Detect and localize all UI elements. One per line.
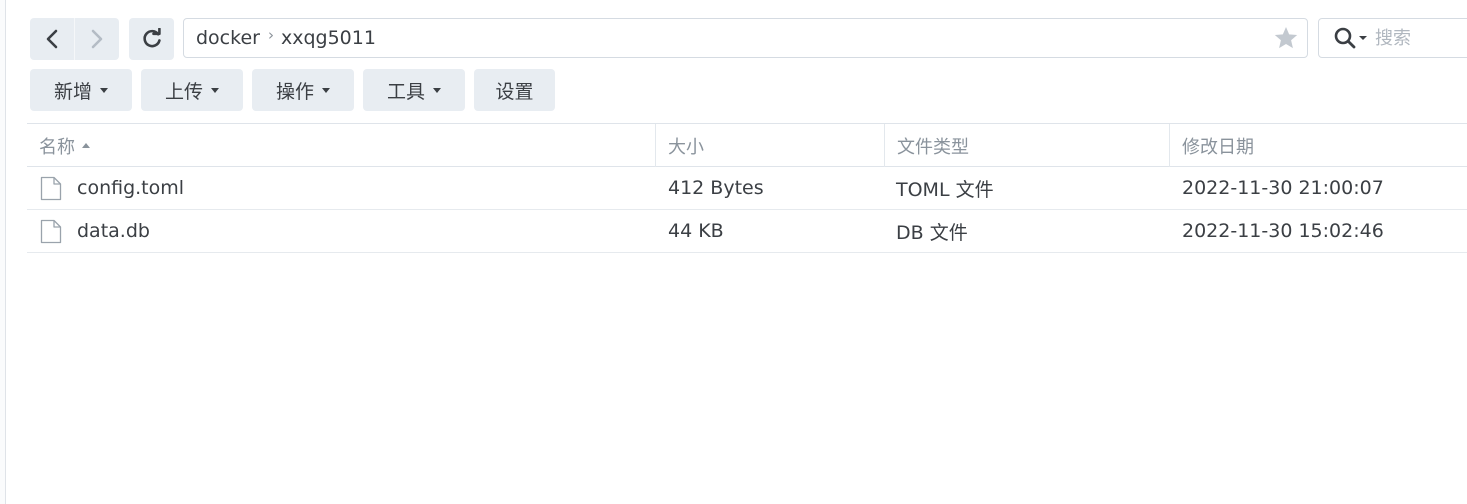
breadcrumb-folder[interactable]: docker bbox=[196, 27, 260, 49]
create-button-label: 新增 bbox=[53, 80, 92, 103]
search-box[interactable] bbox=[1318, 18, 1467, 58]
table-row[interactable]: data.db 44 KB DB 文件 2022-11-30 15:02:46 bbox=[27, 210, 1467, 253]
chevron-left-icon bbox=[46, 29, 58, 49]
file-type: TOML 文件 bbox=[896, 178, 994, 201]
file-size: 44 KB bbox=[668, 220, 724, 242]
refresh-icon bbox=[142, 28, 161, 48]
table-header: 名称 大小 文件类型 修改日期 bbox=[27, 123, 1467, 167]
window-left-edge bbox=[0, 0, 6, 504]
path-bar[interactable]: docker › xxqg5011 bbox=[183, 18, 1308, 58]
file-icon bbox=[40, 176, 62, 201]
table-row[interactable]: config.toml 412 Bytes TOML 文件 2022-11-30… bbox=[27, 167, 1467, 210]
file-name: data.db bbox=[77, 220, 150, 242]
tools-button[interactable]: 工具 bbox=[363, 69, 465, 111]
history-nav-group bbox=[30, 18, 119, 60]
column-header-name[interactable]: 名称 bbox=[27, 124, 655, 167]
search-input[interactable] bbox=[1375, 27, 1465, 49]
chevron-right-icon bbox=[91, 29, 103, 49]
column-header-modified[interactable]: 修改日期 bbox=[1169, 124, 1467, 167]
chevron-down-icon bbox=[211, 87, 219, 93]
settings-button[interactable]: 设置 bbox=[474, 69, 555, 111]
column-header-type-label: 文件类型 bbox=[897, 136, 969, 158]
refresh-button[interactable] bbox=[129, 18, 174, 60]
create-button[interactable]: 新增 bbox=[30, 69, 132, 111]
file-icon bbox=[40, 219, 62, 244]
file-modified: 2022-11-30 21:00:07 bbox=[1182, 177, 1384, 199]
breadcrumb-separator-icon: › bbox=[267, 26, 274, 44]
sort-ascending-icon bbox=[82, 143, 90, 148]
forward-button[interactable] bbox=[74, 18, 119, 60]
file-modified: 2022-11-30 15:02:46 bbox=[1182, 220, 1384, 242]
search-options-caret-icon[interactable] bbox=[1359, 36, 1367, 40]
upload-button[interactable]: 上传 bbox=[141, 69, 243, 111]
column-header-size-label: 大小 bbox=[668, 136, 704, 158]
action-button[interactable]: 操作 bbox=[252, 69, 354, 111]
chevron-down-icon bbox=[322, 87, 330, 93]
file-type: DB 文件 bbox=[896, 221, 968, 244]
upload-button-label: 上传 bbox=[164, 80, 203, 103]
column-header-size[interactable]: 大小 bbox=[655, 124, 884, 167]
action-button-label: 操作 bbox=[275, 80, 314, 103]
column-header-type[interactable]: 文件类型 bbox=[884, 124, 1169, 167]
column-header-name-label: 名称 bbox=[39, 136, 75, 158]
file-table: 名称 大小 文件类型 修改日期 config.toml 412 Bytes TO… bbox=[27, 123, 1467, 253]
back-button[interactable] bbox=[30, 18, 74, 60]
tools-button-label: 工具 bbox=[386, 80, 425, 103]
chevron-down-icon bbox=[100, 87, 108, 93]
file-size: 412 Bytes bbox=[668, 177, 764, 199]
breadcrumb-current[interactable]: xxqg5011 bbox=[281, 27, 376, 49]
file-name: config.toml bbox=[77, 177, 185, 199]
settings-button-label: 设置 bbox=[495, 80, 534, 103]
star-icon[interactable] bbox=[1273, 25, 1299, 51]
search-icon[interactable] bbox=[1333, 26, 1357, 50]
column-header-modified-label: 修改日期 bbox=[1182, 136, 1254, 158]
chevron-down-icon bbox=[433, 87, 441, 93]
